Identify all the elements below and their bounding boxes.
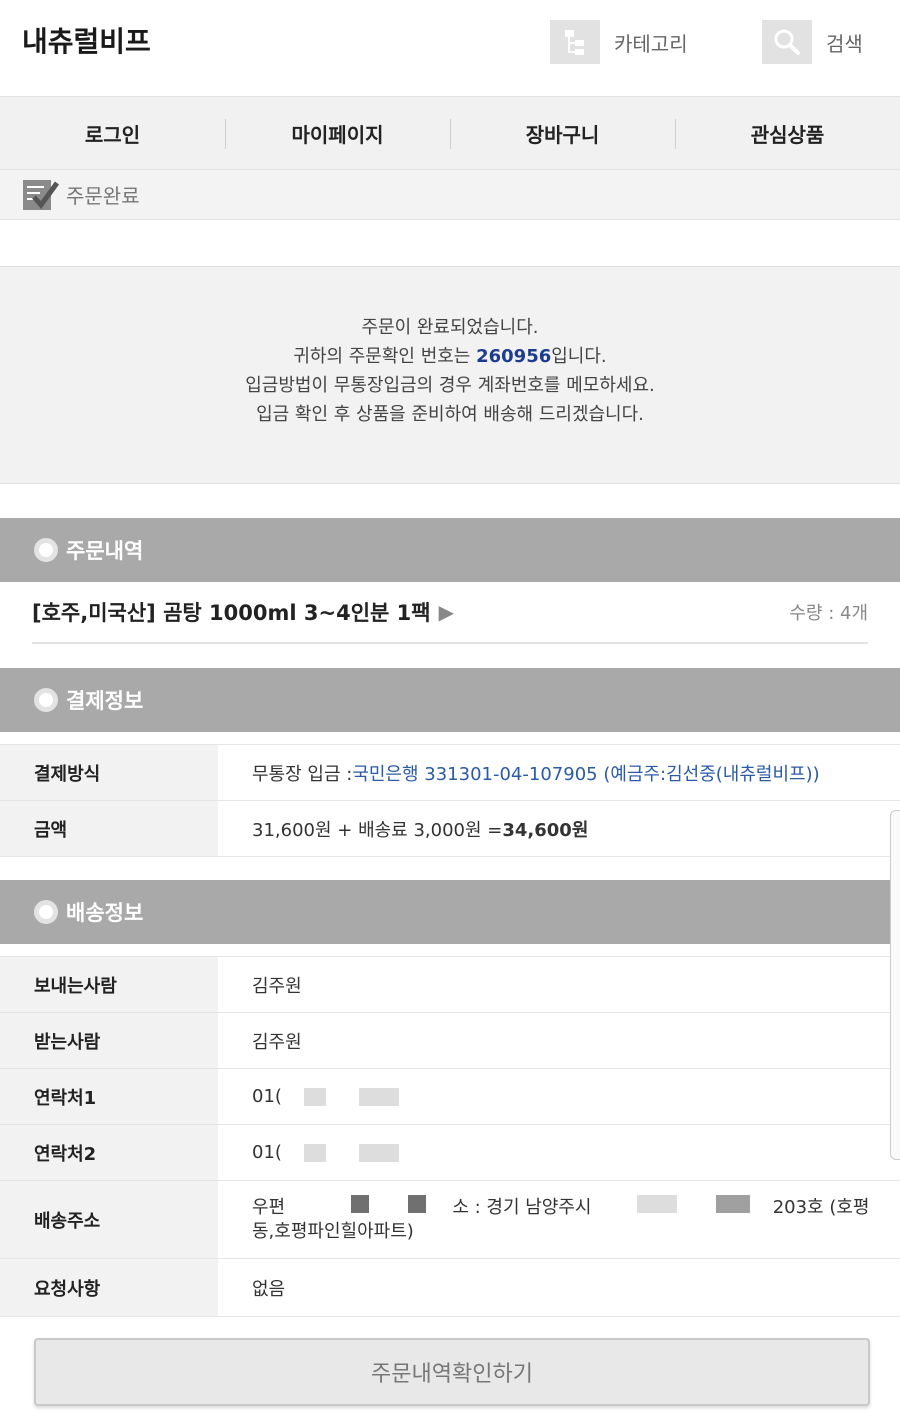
payment-method-value: 무통장 입금 : 국민은행 331301-04-107905 (예금주:김선중(… <box>218 745 900 800</box>
order-complete-message: 주문이 완료되었습니다. 귀하의 주문확인 번호는 260956입니다. 입금방… <box>0 266 900 484</box>
search-button[interactable]: 검색 <box>762 20 863 64</box>
address-postcode-label: 우편 <box>252 1197 286 1218</box>
sender-label: 보내는사람 <box>0 957 218 1012</box>
breadcrumb-label: 주문완료 <box>66 184 140 208</box>
section-title-order: 주문내역 <box>66 539 144 563</box>
table-row: 보내는사람 김주원 <box>0 957 900 1013</box>
order-item-qty: 수량 : 4개 <box>789 603 868 624</box>
payment-method-label: 결제방식 <box>0 745 218 800</box>
play-arrow-icon[interactable]: ▶ <box>439 600 454 624</box>
nav-wishlist[interactable]: 관심상품 <box>675 97 900 169</box>
request-value: 없음 <box>252 1278 286 1300</box>
redacted-block <box>637 1195 678 1213</box>
redacted-block <box>303 1087 326 1106</box>
nav-login[interactable]: 로그인 <box>0 97 225 169</box>
sender-value: 김주원 <box>252 975 302 997</box>
address-region: 소 : 경기 남양주시 <box>452 1197 592 1218</box>
section-title-payment: 결제정보 <box>66 689 144 713</box>
section-bullet-icon <box>34 688 58 712</box>
bank-account: 국민은행 331301-04-107905 (예금주:김선중(내츄럴비프)) <box>352 763 820 785</box>
message-line-4: 입금 확인 후 상품을 준비하여 배송해 드리겠습니다. <box>256 404 644 425</box>
scrollbar-thumb[interactable] <box>890 810 900 1160</box>
address-unit: 203호 (호평 <box>772 1197 870 1218</box>
contact2-value: 01( <box>218 1125 900 1180</box>
order-confirm-button[interactable]: 주문내역확인하기 <box>34 1338 870 1406</box>
category-tree-icon <box>550 20 600 64</box>
order-item-name: [호주,미국산] 곰탕 1000ml 3~4인분 1팩 ▶ <box>32 597 454 627</box>
table-row: 받는사람 김주원 <box>0 1013 900 1069</box>
table-row: 배송주소 우편 소 : 경기 남양주시 203호 (호평 동,호평파인힐아파트) <box>0 1181 900 1259</box>
address-building: 동,호평파인힐아파트) <box>252 1221 414 1242</box>
message-line-2-suffix: 입니다. <box>551 346 607 367</box>
contact2-label: 연락처2 <box>0 1125 218 1180</box>
product-name: [호주,미국산] 곰탕 1000ml 3~4인분 1팩 <box>32 601 431 625</box>
table-row: 금액 31,600원 + 배송료 3,000원 = 34,600원 <box>0 801 900 857</box>
shipping-table: 보내는사람 김주원 받는사람 김주원 연락처1 01( 연락처2 01( 배송주… <box>0 956 900 1317</box>
payment-method-type: 무통장 입금 : <box>252 763 353 785</box>
table-row: 결제방식 무통장 입금 : 국민은행 331301-04-107905 (예금주… <box>0 745 900 801</box>
payment-table: 결제방식 무통장 입금 : 국민은행 331301-04-107905 (예금주… <box>0 744 900 857</box>
message-line-1: 주문이 완료되었습니다. <box>361 317 539 338</box>
order-item-row[interactable]: [호주,미국산] 곰탕 1000ml 3~4인분 1팩 ▶ 수량 : 4개 <box>32 582 868 644</box>
amount-value: 31,600원 + 배송료 3,000원 = 34,600원 <box>218 801 900 856</box>
category-label: 카테고리 <box>614 31 688 56</box>
search-label: 검색 <box>826 31 863 56</box>
amount-breakdown: 31,600원 + 배송료 3,000원 = <box>252 819 503 841</box>
redacted-block <box>358 1087 399 1106</box>
address-label: 배송주소 <box>0 1181 218 1258</box>
breadcrumb: 주문완료 <box>0 170 900 220</box>
redacted-block <box>303 1143 326 1162</box>
amount-total: 34,600원 <box>502 819 589 841</box>
nav-cart[interactable]: 장바구니 <box>450 97 675 169</box>
address-line-2: 동,호평파인힐아파트) <box>252 1220 414 1244</box>
table-row: 연락처1 01( <box>0 1069 900 1125</box>
address-line-1: 우편 소 : 경기 남양주시 203호 (호평 <box>252 1195 869 1220</box>
order-number: 260956 <box>476 346 552 367</box>
receiver-value: 김주원 <box>252 1031 302 1053</box>
section-header-order: 주문내역 <box>0 518 900 582</box>
amount-label: 금액 <box>0 801 218 856</box>
site-title[interactable]: 내츄럴비프 <box>22 20 151 60</box>
contact2-text: 01( <box>252 1142 282 1163</box>
table-row: 요청사항 없음 <box>0 1259 900 1317</box>
contact1-value: 01( <box>218 1069 900 1124</box>
contact1-text: 01( <box>252 1086 282 1107</box>
message-line-2: 귀하의 주문확인 번호는 260956입니다. <box>0 342 900 371</box>
section-header-shipping: 배송정보 <box>0 880 900 944</box>
category-button[interactable]: 카테고리 <box>550 20 688 64</box>
address-value: 우편 소 : 경기 남양주시 203호 (호평 동,호평파인힐아파트) <box>218 1181 900 1258</box>
redacted-block <box>407 1195 426 1213</box>
redacted-block <box>715 1195 750 1213</box>
top-nav: 로그인 마이페이지 장바구니 관심상품 <box>0 96 900 170</box>
receiver-label: 받는사람 <box>0 1013 218 1068</box>
contact1-label: 연락처1 <box>0 1069 218 1124</box>
nav-mypage[interactable]: 마이페이지 <box>225 97 450 169</box>
search-icon <box>762 20 812 64</box>
table-row: 연락처2 01( <box>0 1125 900 1181</box>
section-bullet-icon <box>34 538 58 562</box>
section-title-shipping: 배송정보 <box>66 901 144 925</box>
section-bullet-icon <box>34 900 58 924</box>
redacted-block <box>358 1143 399 1162</box>
message-line-2-prefix: 귀하의 주문확인 번호는 <box>293 346 477 367</box>
checklist-icon <box>22 177 60 213</box>
request-label: 요청사항 <box>0 1259 218 1316</box>
section-header-payment: 결제정보 <box>0 668 900 732</box>
app-header: 내츄럴비프 카테고리 검색 <box>0 0 900 96</box>
message-line-3: 입금방법이 무통장입금의 경우 계좌번호를 메모하세요. <box>245 375 655 396</box>
redacted-block <box>350 1195 369 1213</box>
